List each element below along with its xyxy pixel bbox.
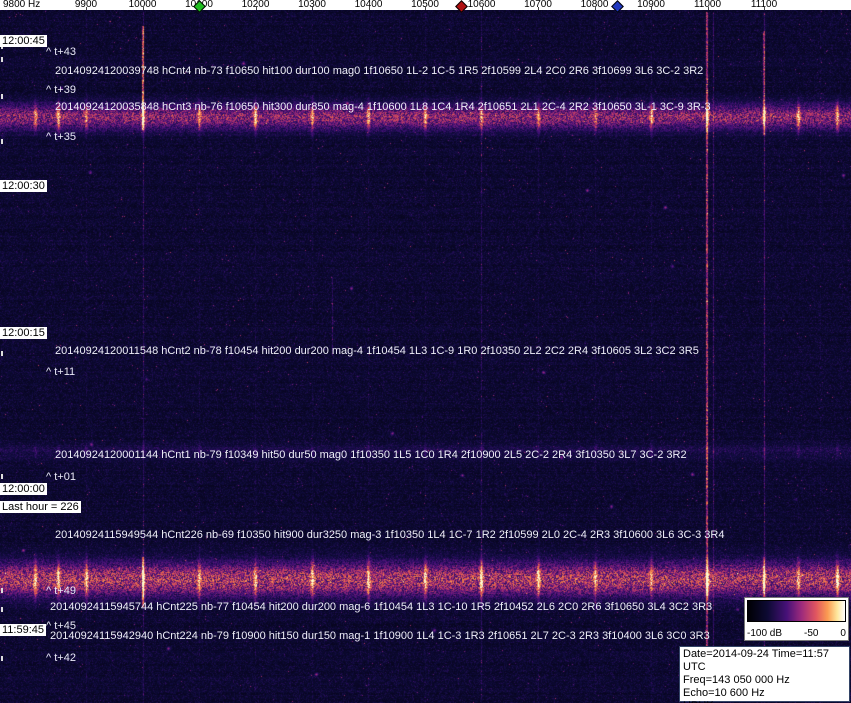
colorbar-labels: -100 dB -50 0 bbox=[747, 628, 846, 639]
time-tick-mark bbox=[1, 607, 3, 612]
time-tick-mark bbox=[1, 139, 3, 144]
freq-tick-mark bbox=[651, 7, 652, 10]
time-tick-mark bbox=[1, 94, 3, 99]
info-freq-line: Freq=143 050 000 Hz bbox=[683, 674, 790, 686]
time-label: 12:00:45 bbox=[0, 35, 47, 47]
colorbar-max-label: 0 bbox=[840, 628, 846, 639]
spectrogram-screen: 9800 Hz990010000101001020010300104001050… bbox=[0, 0, 851, 703]
freq-tick-mark bbox=[764, 7, 765, 10]
event-log-line: 20140924120039748 hCnt4 nb-73 f10650 hit… bbox=[55, 65, 704, 77]
event-caret: ^ t+11 bbox=[46, 366, 76, 378]
freq-tick-label: 9800 Hz bbox=[3, 0, 41, 10]
freq-tick-mark bbox=[142, 7, 144, 10]
time-label: 11:59:45 bbox=[0, 624, 47, 636]
freq-tick-mark bbox=[368, 7, 370, 10]
time-tick-mark bbox=[1, 351, 3, 356]
freq-tick-mark bbox=[481, 7, 483, 10]
event-caret: ^ t+43 bbox=[46, 46, 76, 58]
freq-tick-mark bbox=[594, 7, 596, 10]
freq-tick-mark bbox=[538, 7, 539, 10]
info-echo-line: Echo=10 600 Hz bbox=[683, 687, 765, 699]
last-hour-counter: Last hour = 226 bbox=[0, 501, 81, 513]
event-log-line: 20140924115949544 hCnt226 nb-69 f10350 h… bbox=[55, 529, 725, 541]
colorbar: -100 dB -50 0 bbox=[744, 597, 849, 641]
time-label: 12:00:30 bbox=[0, 180, 47, 192]
time-label: 12:00:00 bbox=[0, 483, 47, 495]
freq-tick-mark bbox=[312, 7, 313, 10]
event-log-line: 20140924120035848 hCnt3 nb-76 f10650 hit… bbox=[55, 101, 711, 113]
time-tick-mark bbox=[1, 656, 3, 661]
event-caret: ^ t+42 bbox=[46, 652, 76, 664]
time-label: 12:00:15 bbox=[0, 327, 47, 339]
info-box: Date=2014-09-24 Time=11:57 UTC Freq=143 … bbox=[679, 646, 850, 703]
freq-tick-mark bbox=[255, 7, 257, 10]
time-tick-mark bbox=[1, 474, 3, 479]
frequency-axis: 9800 Hz990010000101001020010300104001050… bbox=[0, 0, 851, 10]
event-caret: ^ t+35 bbox=[46, 131, 76, 143]
event-log-line: 20140924120011548 hCnt2 nb-78 f10454 hit… bbox=[55, 345, 699, 357]
colorbar-min-label: -100 dB bbox=[747, 628, 783, 639]
colorbar-mid-label: -50 bbox=[804, 628, 819, 639]
event-caret: ^ t+01 bbox=[46, 471, 76, 483]
event-caret: ^ t+39 bbox=[46, 84, 76, 96]
event-log-line: 20140924115942940 hCnt224 nb-79 f10900 h… bbox=[50, 630, 710, 642]
time-tick-mark bbox=[1, 57, 3, 62]
freq-tick-mark bbox=[425, 7, 426, 10]
time-tick-mark bbox=[1, 588, 3, 593]
colorbar-gradient bbox=[747, 600, 846, 622]
freq-tick-mark bbox=[707, 7, 709, 10]
freq-tick-mark bbox=[86, 7, 87, 10]
event-caret: ^ t+49 bbox=[46, 585, 76, 597]
event-log-line: 20140924115945744 hCnt225 nb-77 f10454 h… bbox=[50, 601, 713, 613]
info-date-line: Date=2014-09-24 Time=11:57 UTC bbox=[683, 648, 829, 673]
event-log-line: 20140924120001144 hCnt1 nb-79 f10349 hit… bbox=[55, 449, 687, 461]
